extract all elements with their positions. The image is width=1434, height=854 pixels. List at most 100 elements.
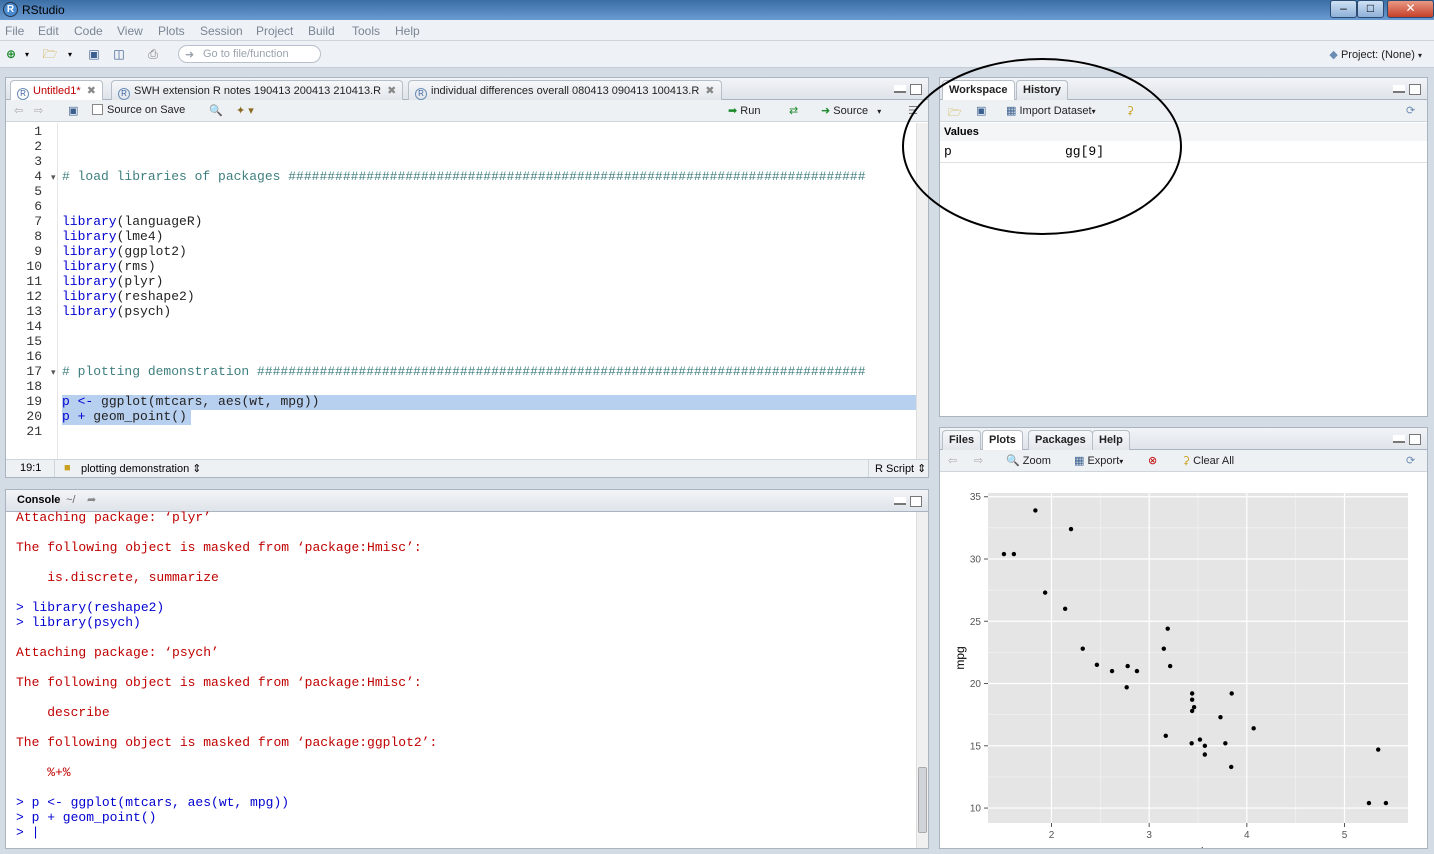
close-button[interactable]: ✕	[1387, 0, 1434, 18]
plots-tab-bar: Files Plots Packages Help	[940, 428, 1427, 451]
code-token: p <-	[62, 394, 102, 409]
line-number: 11	[26, 274, 42, 289]
go-to-directory-icon[interactable]: ➦	[87, 493, 96, 506]
code-token: (psych)	[116, 304, 172, 319]
goto-file-input[interactable]: ➜ Go to file/function	[178, 45, 321, 63]
remove-plot-icon[interactable]: ⊗	[1148, 454, 1157, 467]
minimize-pane-icon[interactable]	[894, 85, 906, 94]
line-number: 6	[34, 199, 42, 214]
chevron-down-icon[interactable]: ▾	[19, 47, 35, 62]
clear-all-button[interactable]: ⚳ Clear All	[1182, 454, 1234, 467]
code-token: (ggplot2)	[116, 244, 187, 259]
line-number: 13	[26, 304, 42, 319]
export-button[interactable]: ▦ Export▾	[1074, 454, 1123, 467]
console-title: Console	[17, 494, 61, 506]
refresh-icon[interactable]: ⟳	[1406, 454, 1415, 467]
zoom-button[interactable]: 🔍 Zoom	[1006, 454, 1051, 467]
source-on-save-checkbox[interactable]: Source on Save	[92, 104, 185, 116]
menu-code[interactable]: Code	[74, 24, 103, 38]
menu-plots[interactable]: Plots	[158, 24, 185, 38]
code-line: library(reshape2)	[62, 289, 195, 304]
close-icon[interactable]: ✖	[387, 85, 396, 97]
fold-icon[interactable]: ▾	[51, 172, 56, 183]
y-tick-label: 10	[970, 804, 982, 815]
tab-plots[interactable]: Plots	[982, 430, 1023, 451]
open-folder-icon[interactable]: 🗁	[42, 47, 58, 62]
minimize-button[interactable]: –	[1330, 0, 1357, 18]
menu-tools[interactable]: Tools	[352, 24, 380, 38]
save-all-icon[interactable]: ◫	[111, 47, 127, 62]
y-axis-label: mpg	[953, 646, 967, 669]
menu-project[interactable]: Project	[256, 24, 293, 38]
data-point	[1080, 646, 1085, 651]
data-point	[1251, 726, 1256, 731]
new-file-icon[interactable]: ⊕	[3, 47, 19, 62]
console-pane: Console ~/ ➦ Attaching package: ‘plyr’ Th…	[5, 489, 929, 849]
maximize-pane-icon[interactable]	[910, 83, 922, 95]
fold-icon[interactable]: ▾	[51, 367, 56, 378]
back-icon[interactable]: ⇦	[14, 104, 23, 117]
minimize-pane-icon[interactable]	[1393, 435, 1405, 444]
save-icon[interactable]: ▣	[86, 47, 102, 62]
close-icon[interactable]: ✖	[87, 85, 96, 97]
data-point	[1189, 708, 1195, 714]
tab-packages[interactable]: Packages	[1028, 430, 1093, 450]
data-point	[1033, 508, 1038, 513]
tab-individual-differences[interactable]: Rindividual differences overall 080413 0…	[408, 80, 722, 100]
arrow-right-icon: ➜	[185, 49, 195, 61]
tab-swh-notes[interactable]: R SWH extension R notes 190413 200413 210…	[111, 80, 404, 100]
maximize-pane-icon[interactable]	[1409, 83, 1421, 95]
data-point	[1062, 606, 1068, 612]
data-point	[1189, 691, 1195, 696]
menu-file[interactable]: File	[5, 24, 24, 38]
source-button[interactable]: ➜ Source ▾	[821, 104, 881, 117]
menu-edit[interactable]: Edit	[38, 24, 59, 38]
files-plots-pane: Files Plots Packages Help ⇦ ⇨ 🔍 Zoom ▦ E…	[939, 427, 1428, 849]
line-number: 8	[34, 229, 42, 244]
line-number: 20	[26, 409, 42, 424]
search-icon[interactable]: 🔍	[209, 104, 223, 117]
project-icon: ◆	[1329, 49, 1341, 61]
maximize-pane-icon[interactable]	[1409, 433, 1421, 445]
source-arrow-icon: ➜	[821, 105, 831, 117]
menu-view[interactable]: View	[117, 24, 143, 38]
scrollbar-thumb[interactable]	[918, 767, 927, 833]
magic-wand-icon[interactable]: ✦ ▾	[236, 104, 254, 117]
pane-controls	[1389, 433, 1421, 445]
data-point	[1229, 691, 1234, 696]
data-point	[1001, 551, 1007, 557]
maximize-pane-icon[interactable]	[910, 495, 922, 507]
close-icon[interactable]: ✖	[705, 85, 714, 97]
minimize-pane-icon[interactable]	[894, 497, 906, 506]
chevron-down-icon[interactable]: ▾	[62, 47, 78, 62]
tab-files[interactable]: Files	[942, 430, 982, 450]
forward-icon[interactable]: ⇨	[34, 104, 43, 117]
window-title: RStudio	[22, 3, 65, 17]
project-menu[interactable]: ◆ Project: (None) ▾	[1329, 48, 1422, 61]
broom-icon: ⚳	[1182, 455, 1191, 467]
maximize-button[interactable]: □	[1357, 0, 1384, 18]
menu-session[interactable]: Session	[200, 24, 243, 38]
menu-build[interactable]: Build	[308, 24, 335, 38]
rerun-icon[interactable]: ⇄	[789, 104, 798, 117]
data-point	[1163, 733, 1168, 739]
section-selector[interactable]: plotting demonstration ⇕	[81, 462, 202, 475]
refresh-icon[interactable]: ⟳	[1406, 104, 1415, 117]
tab-help[interactable]: Help	[1092, 430, 1130, 450]
console-scrollbar[interactable]	[916, 512, 928, 848]
menu-help[interactable]: Help	[395, 24, 420, 38]
data-point	[1042, 590, 1048, 595]
forward-icon[interactable]: ⇨	[974, 454, 983, 467]
tab-untitled1[interactable]: R Untitled1* ✖	[10, 80, 103, 101]
file-type-selector[interactable]: R Script ⇕	[875, 462, 926, 475]
minimize-pane-icon[interactable]	[1393, 85, 1405, 94]
print-icon[interactable]: ⎙	[145, 47, 161, 62]
code-token: geom_point()	[93, 409, 187, 424]
back-icon[interactable]: ⇦	[948, 454, 957, 467]
save-icon[interactable]: ▣	[68, 104, 78, 117]
run-button[interactable]: ➡ Run	[728, 104, 760, 117]
code-line: library(rms)	[62, 259, 156, 274]
title-bar: R RStudio – □ ✕	[0, 0, 1434, 20]
data-point	[1202, 743, 1208, 748]
console-line: > |	[16, 825, 40, 840]
